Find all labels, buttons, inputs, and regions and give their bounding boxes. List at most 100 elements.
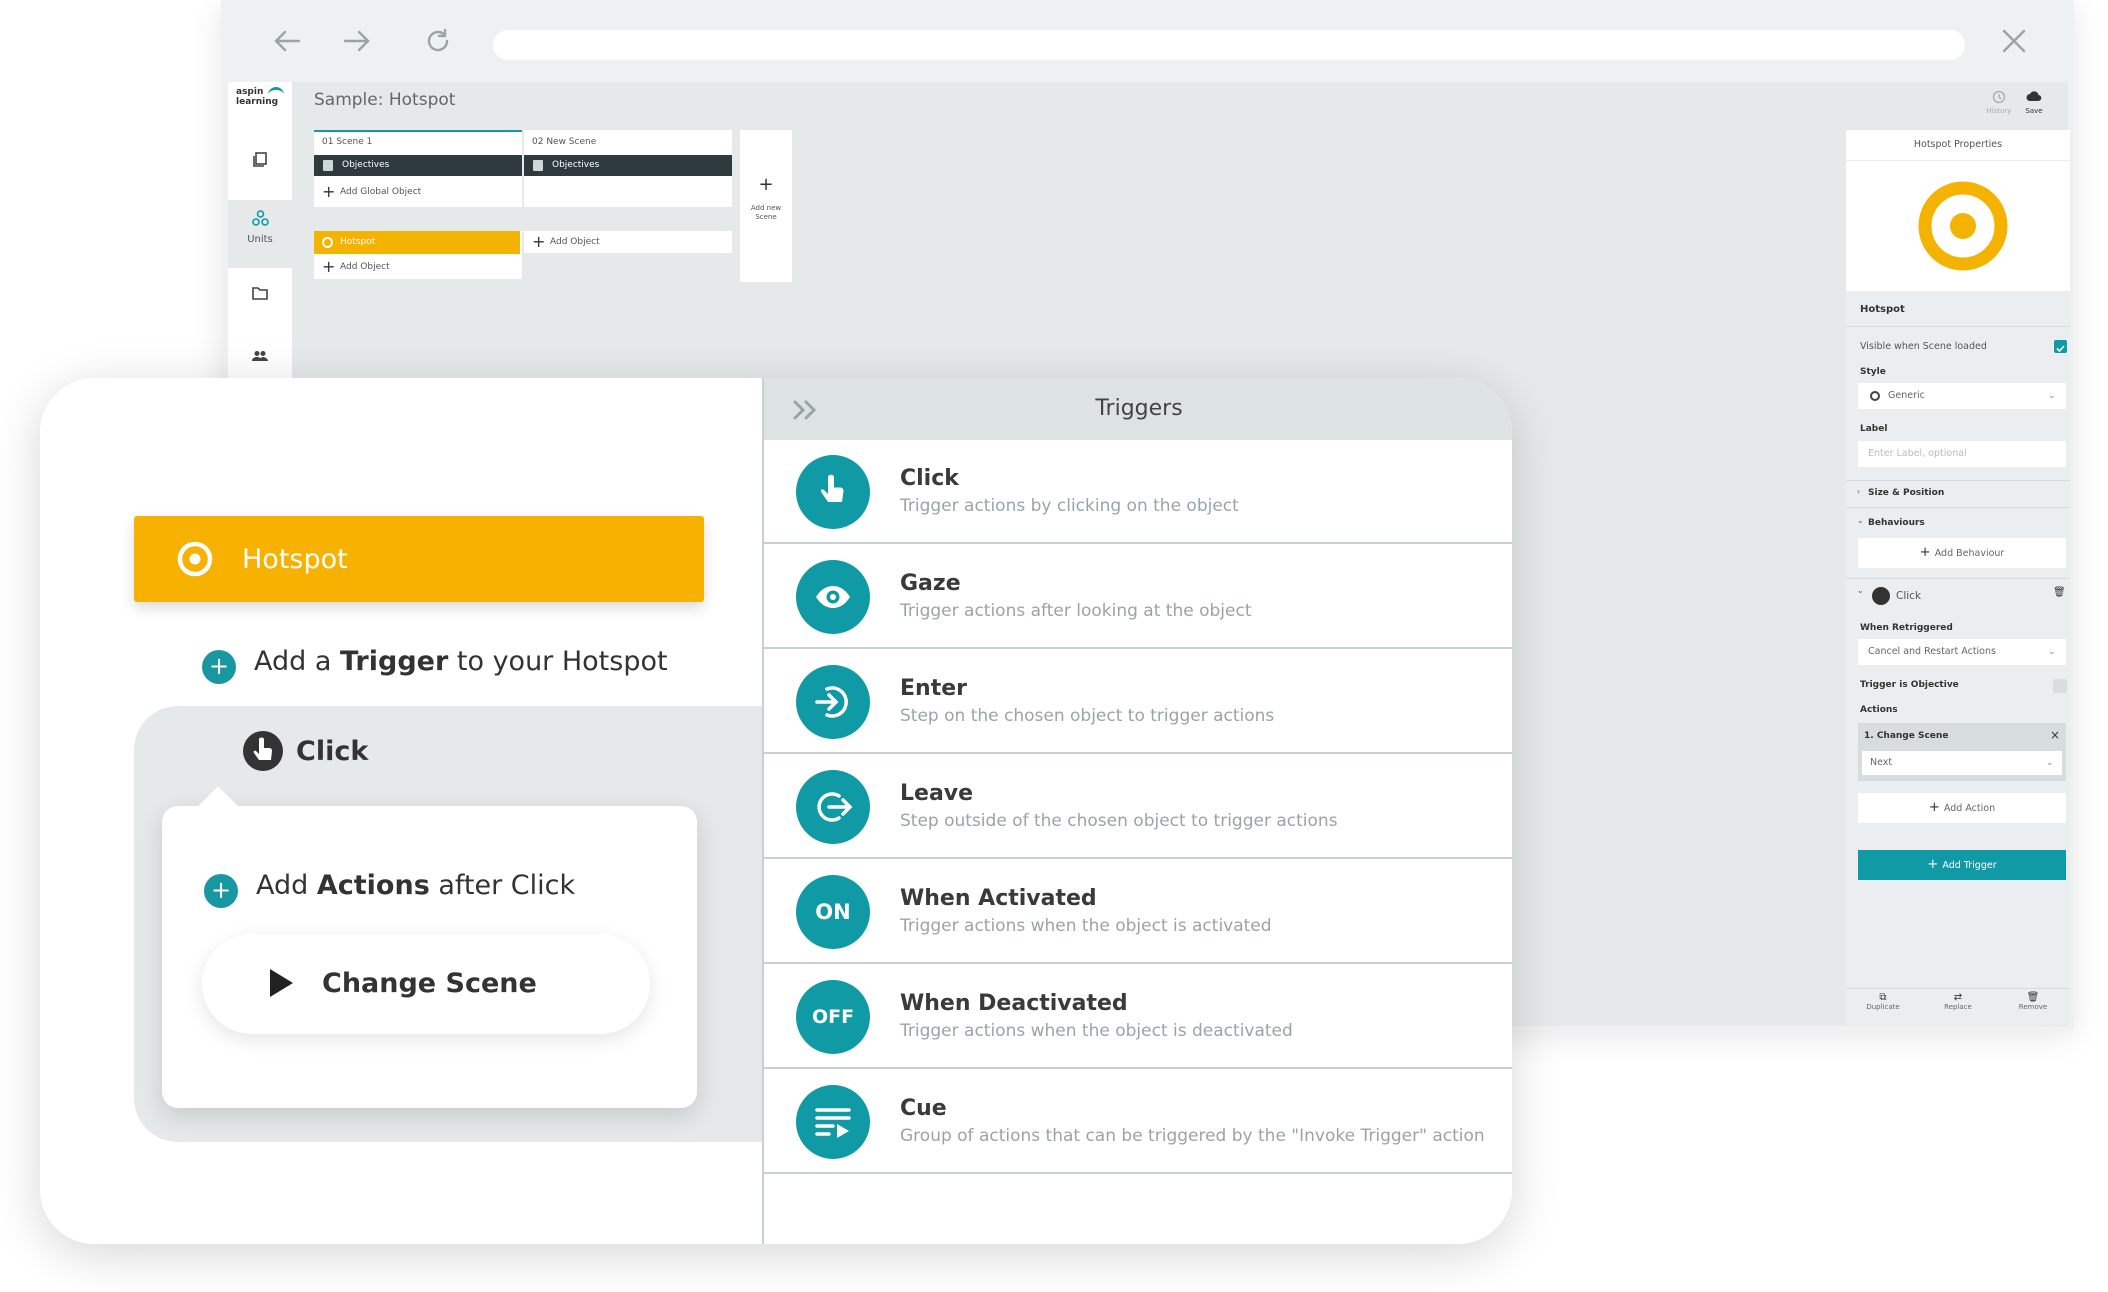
trigger-option-leave[interactable]: Leave Step outside of the chosen object … bbox=[764, 755, 1512, 859]
label-input[interactable]: Enter Label, optional bbox=[1858, 441, 2066, 467]
when-retriggered-select[interactable]: Cancel and Restart Actions ⌄ bbox=[1858, 639, 2066, 665]
trigger-description: Trigger actions when the object is activ… bbox=[900, 916, 1272, 936]
plus-icon: + bbox=[204, 874, 238, 908]
change-scene-label: Change Scene bbox=[322, 968, 537, 999]
add-behaviour-button[interactable]: + Add Behaviour bbox=[1858, 538, 2066, 568]
trigger-option-enter[interactable]: Enter Step on the chosen object to trigg… bbox=[764, 650, 1512, 754]
library-icon[interactable] bbox=[228, 152, 292, 168]
history-label: History bbox=[1986, 107, 2012, 115]
actions-label: Actions bbox=[1860, 705, 1898, 715]
triggers-header: Triggers bbox=[764, 378, 1512, 440]
reload-icon[interactable] bbox=[425, 28, 451, 54]
cloud-save-icon[interactable] bbox=[2026, 90, 2042, 102]
scene-objectives-bar[interactable]: Objectives bbox=[314, 155, 522, 176]
chevron-down-icon: ⌄ bbox=[2048, 647, 2056, 657]
hotspot-icon bbox=[176, 540, 214, 578]
objectives-label: Objectives bbox=[342, 160, 390, 170]
add-trigger-bold: Trigger bbox=[339, 646, 449, 677]
trigger-option-click[interactable]: Click Trigger actions by clicking on the… bbox=[764, 440, 1512, 544]
trash-icon[interactable]: 🗑 bbox=[2053, 587, 2066, 598]
add-trigger-button[interactable]: + Add Trigger bbox=[1858, 850, 2066, 880]
logo-line2: learning bbox=[236, 97, 279, 107]
chevron-down-icon: ⌄ bbox=[2048, 391, 2056, 401]
replace-icon: ⇄ bbox=[1953, 992, 1963, 1003]
hotspot-target-icon bbox=[1918, 181, 2008, 271]
action-target-value: Next bbox=[1870, 757, 1893, 768]
scene-label: 02 New Scene bbox=[532, 137, 597, 147]
objectives-icon bbox=[533, 160, 543, 171]
style-select[interactable]: Generic ⌄ bbox=[1858, 383, 2066, 409]
back-arrow-icon[interactable] bbox=[273, 28, 301, 54]
change-scene-action[interactable]: Change Scene bbox=[202, 934, 650, 1034]
when-retriggered-value: Cancel and Restart Actions bbox=[1868, 646, 1996, 657]
trigger-description: Step outside of the chosen object to tri… bbox=[900, 811, 1338, 831]
behaviours-section[interactable]: Behaviours bbox=[1868, 518, 1925, 528]
scene-card-1[interactable]: 01 Scene 1 Objectives + Add Global Objec… bbox=[314, 130, 522, 207]
add-actions-pre: Add bbox=[256, 870, 317, 901]
plus-icon: + bbox=[1919, 545, 1935, 560]
plus-icon: + bbox=[1927, 857, 1943, 872]
label-label: Label bbox=[1860, 424, 1888, 434]
objectives-label: Objectives bbox=[552, 160, 600, 170]
plus-icon: + bbox=[532, 232, 546, 251]
close-icon[interactable] bbox=[2001, 28, 2027, 54]
trigger-option-gaze[interactable]: Gaze Trigger actions after looking at th… bbox=[764, 545, 1512, 649]
plus-icon: + bbox=[758, 174, 774, 195]
object-name: Hotspot bbox=[1860, 304, 1905, 315]
trigger-overlay-panel: Hotspot + Add a Trigger to your Hotspot … bbox=[40, 378, 1512, 1244]
remove-button[interactable]: 🗑 Remove bbox=[1996, 992, 2070, 1011]
scene-objectives-bar[interactable]: Objectives bbox=[524, 155, 732, 176]
nav-item-units[interactable]: Units bbox=[228, 200, 292, 268]
size-position-section[interactable]: Size & Position bbox=[1868, 488, 1944, 498]
trigger-is-objective-label: Trigger is Objective bbox=[1860, 680, 1959, 690]
add-action-button[interactable]: + Add Action bbox=[1858, 793, 2066, 823]
units-icon bbox=[252, 210, 269, 227]
trigger-name: Click bbox=[1896, 590, 1922, 602]
add-global-object-label: Add Global Object bbox=[340, 187, 422, 197]
history-icon[interactable] bbox=[1992, 90, 2006, 104]
trigger-title: When Activated bbox=[900, 886, 1097, 911]
hotspot-object-selected[interactable]: Hotspot bbox=[314, 231, 520, 254]
add-object-button[interactable]: + Add Object bbox=[524, 232, 600, 252]
action-target-select[interactable]: Next ⌄ bbox=[1862, 751, 2062, 775]
folder-icon[interactable] bbox=[228, 286, 292, 300]
hotspot-object-card[interactable]: Hotspot bbox=[134, 516, 704, 602]
add-object-label: Add Object bbox=[340, 262, 390, 272]
style-value: Generic bbox=[1888, 390, 1925, 401]
visible-when-loaded-label: Visible when Scene loaded bbox=[1860, 341, 1987, 352]
forward-arrow-icon[interactable] bbox=[343, 28, 371, 54]
trigger-objective-checkbox[interactable] bbox=[2053, 679, 2067, 693]
trigger-option-when-deactivated[interactable]: OFF When Deactivated Trigger actions whe… bbox=[764, 965, 1512, 1069]
duplicate-button[interactable]: ⧉ Duplicate bbox=[1846, 992, 1920, 1011]
visible-checkbox[interactable] bbox=[2054, 340, 2067, 353]
add-trigger-post: to your Hotspot bbox=[448, 646, 668, 677]
trigger-title: Cue bbox=[900, 1096, 947, 1121]
add-trigger-text: Add a Trigger to your Hotspot bbox=[254, 646, 668, 677]
duplicate-label: Duplicate bbox=[1866, 1003, 1900, 1011]
add-new-scene-label: Add new Scene bbox=[740, 204, 792, 222]
hotspot-properties-panel: Hotspot Properties Hotspot Visible when … bbox=[1846, 130, 2070, 1025]
action-card: 1. Change Scene × Next ⌄ bbox=[1858, 723, 2066, 781]
hand-pointer-icon bbox=[1872, 587, 1890, 605]
hotspot-icon bbox=[1870, 391, 1880, 401]
address-bar[interactable] bbox=[493, 30, 1965, 60]
add-global-object-button[interactable]: + Add Global Object bbox=[314, 182, 421, 202]
properties-header: Hotspot Properties bbox=[1846, 130, 2070, 160]
add-object-button[interactable]: + Add Object bbox=[314, 257, 390, 277]
remove-label: Remove bbox=[2018, 1003, 2048, 1011]
scene-card-2[interactable]: 02 New Scene Objectives bbox=[524, 130, 732, 207]
close-icon[interactable]: × bbox=[2050, 728, 2060, 742]
save-label: Save bbox=[2025, 107, 2043, 115]
plus-icon: + bbox=[202, 650, 236, 684]
units-label: Units bbox=[247, 234, 273, 245]
trigger-option-cue[interactable]: Cue Group of actions that can be trigger… bbox=[764, 1070, 1512, 1174]
add-behaviour-label: Add Behaviour bbox=[1934, 548, 2005, 559]
browser-toolbar bbox=[221, 0, 2074, 82]
trigger-option-when-activated[interactable]: ON When Activated Trigger actions when t… bbox=[764, 860, 1512, 964]
double-chevron-right-icon[interactable] bbox=[792, 400, 820, 420]
replace-button[interactable]: ⇄ Replace bbox=[1920, 992, 1996, 1011]
chevron-down-icon: ⌄ bbox=[1857, 586, 1864, 595]
add-new-scene-button[interactable]: + Add new Scene bbox=[740, 130, 792, 282]
click-label: Click bbox=[296, 736, 369, 767]
users-icon[interactable] bbox=[228, 350, 292, 362]
